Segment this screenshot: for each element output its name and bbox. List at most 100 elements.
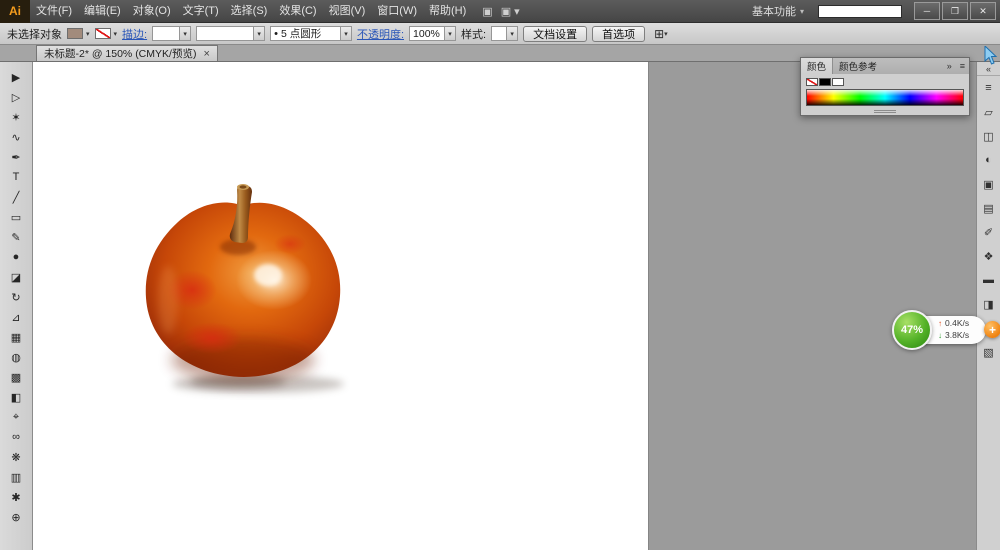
transform-panel-icon[interactable]: ▱ bbox=[977, 100, 1000, 124]
chevron-down-icon[interactable]: ▾ bbox=[179, 27, 191, 40]
black-swatch[interactable] bbox=[819, 78, 831, 86]
lasso-tool-icon[interactable]: ∿ bbox=[3, 127, 29, 147]
document-setup-button[interactable]: 文档设置 bbox=[523, 25, 588, 42]
menu-item[interactable]: 文件(F) bbox=[30, 0, 78, 23]
column-graph-tool-icon[interactable]: ▥ bbox=[3, 467, 29, 487]
eyedropper-tool-icon[interactable]: ⌖ bbox=[3, 407, 29, 427]
pasteboard[interactable] bbox=[33, 62, 976, 550]
illustrator-window: Ai 文件(F) 编辑(E) 对象(O) 文字(T) 选择(S) 效果(C) 视图(V) 窗口… bbox=[0, 0, 1000, 550]
fill-color-swatch[interactable] bbox=[67, 28, 83, 39]
menu-item[interactable]: 文字(T) bbox=[177, 0, 225, 23]
apple-rim-light bbox=[158, 266, 178, 334]
eraser-tool-icon[interactable]: ◪ bbox=[3, 267, 29, 287]
tab-color-guide[interactable]: 颜色参考 bbox=[833, 58, 883, 74]
mesh-tool-icon[interactable]: ▩ bbox=[3, 367, 29, 387]
selection-status: 未选择对象 bbox=[7, 28, 62, 41]
pathfinder-panel-icon[interactable]: ◫ bbox=[977, 124, 1000, 148]
chevron-down-icon[interactable]: ▾ bbox=[86, 30, 90, 38]
type-tool-icon[interactable]: T bbox=[3, 167, 29, 187]
opacity-link[interactable]: 不透明度: bbox=[357, 26, 404, 42]
stroke-panel-icon[interactable]: ▬ bbox=[977, 268, 1000, 292]
upload-row: ↑ 0.4K/s bbox=[938, 318, 969, 329]
menu-item[interactable]: 效果(C) bbox=[273, 0, 322, 23]
close-icon[interactable]: × bbox=[203, 48, 209, 60]
graphic-styles-panel-icon[interactable]: ▣ bbox=[977, 172, 1000, 196]
arrange-documents-icon[interactable]: ▣ bbox=[482, 5, 492, 18]
document-layout-icon[interactable]: ▣ ▾ bbox=[501, 5, 520, 18]
magic-wand-tool-icon[interactable]: ✶ bbox=[3, 107, 29, 127]
add-button[interactable]: + bbox=[984, 321, 1000, 338]
appearance-panel-icon[interactable]: ◐ bbox=[977, 148, 1000, 172]
menu-item[interactable]: 对象(O) bbox=[127, 0, 177, 23]
stroke-width-select[interactable]: ▾ bbox=[152, 26, 192, 41]
hand-tool-icon[interactable]: ✱ bbox=[3, 487, 29, 507]
zoom-tool-icon[interactable]: ⊕ bbox=[3, 507, 29, 527]
white-swatch[interactable] bbox=[832, 78, 844, 86]
document-tab[interactable]: 未标题-2* @ 150% (CMYK/预览) × bbox=[36, 45, 218, 61]
illustrator-logo: Ai bbox=[0, 0, 30, 23]
menu-item[interactable]: 帮助(H) bbox=[423, 0, 472, 23]
swatches-panel-icon[interactable]: ▤ bbox=[977, 196, 1000, 220]
symbol-sprayer-tool-icon[interactable]: ❋ bbox=[3, 447, 29, 467]
panel-menu-icon[interactable]: ≡ bbox=[956, 61, 969, 71]
window-controls: ─ ❐ ✕ bbox=[912, 2, 996, 20]
free-transform-tool-icon[interactable]: ▦ bbox=[3, 327, 29, 347]
chevron-down-icon[interactable]: ▾ bbox=[339, 27, 351, 40]
tools-panel: ▶ ▷ ✶ ∿ ✒ T ╱ ▭ ✎ ● ◪ ↻ ⊿ ▦ ◍ ▩ ◧ ⌖ ∞ ❋ … bbox=[0, 62, 33, 550]
apple-artwork[interactable] bbox=[140, 180, 350, 400]
collapse-panel-icon[interactable]: » bbox=[943, 61, 956, 71]
workspace-switcher[interactable]: 基本功能 ▾ bbox=[752, 3, 804, 19]
line-segment-tool-icon[interactable]: ╱ bbox=[3, 187, 29, 207]
color-spectrum-bar[interactable] bbox=[806, 89, 964, 106]
align-panel-icon[interactable]: ⊞ ▾ bbox=[654, 27, 668, 41]
panel-resize-handle[interactable] bbox=[801, 108, 969, 115]
shape-builder-tool-icon[interactable]: ◍ bbox=[3, 347, 29, 367]
close-button[interactable]: ✕ bbox=[970, 2, 996, 20]
symbols-panel-icon[interactable]: ❖ bbox=[977, 244, 1000, 268]
chevron-down-icon[interactable]: ▾ bbox=[506, 27, 518, 40]
tab-color[interactable]: 颜色 bbox=[801, 58, 834, 74]
rotate-tool-icon[interactable]: ↻ bbox=[3, 287, 29, 307]
speed-rows: ↑ 0.4K/s ↓ 3.8K/s bbox=[938, 318, 969, 341]
blend-tool-icon[interactable]: ∞ bbox=[3, 427, 29, 447]
plus-icon: + bbox=[988, 322, 996, 337]
preferences-button[interactable]: 首选项 bbox=[592, 25, 646, 42]
scale-tool-icon[interactable]: ⊿ bbox=[3, 307, 29, 327]
download-row: ↓ 3.8K/s bbox=[938, 330, 969, 341]
memory-ball[interactable]: 47% bbox=[892, 310, 932, 350]
opacity-value: 100% bbox=[413, 27, 440, 40]
quick-swatches bbox=[806, 78, 964, 86]
stroke-color-swatch[interactable] bbox=[94, 28, 111, 39]
stroke-link[interactable]: 描边: bbox=[122, 26, 147, 42]
color-panel-header: 颜色 颜色参考 » ≡ bbox=[801, 58, 969, 74]
direct-selection-tool-icon[interactable]: ▷ bbox=[3, 87, 29, 107]
pen-tool-icon[interactable]: ✒ bbox=[3, 147, 29, 167]
minimize-button[interactable]: ─ bbox=[914, 2, 940, 20]
opacity-select[interactable]: 100% ▾ bbox=[409, 26, 457, 41]
color-panel-body bbox=[801, 74, 969, 108]
style-label: 样式: bbox=[461, 28, 487, 41]
chevron-down-icon[interactable]: ▾ bbox=[114, 30, 118, 38]
blob-brush-tool-icon[interactable]: ● bbox=[3, 247, 29, 267]
restore-button[interactable]: ❐ bbox=[942, 2, 968, 20]
rectangle-tool-icon[interactable]: ▭ bbox=[3, 207, 29, 227]
width-profile-select[interactable]: ▾ bbox=[196, 26, 266, 41]
brushes-panel-icon[interactable]: ✐ bbox=[977, 220, 1000, 244]
menu-item[interactable]: 编辑(E) bbox=[78, 0, 127, 23]
selection-tool-icon[interactable]: ▶ bbox=[3, 67, 29, 87]
brush-definition-select[interactable]: • 5 点圆形 ▾ bbox=[270, 26, 352, 41]
menu-item[interactable]: 选择(S) bbox=[225, 0, 274, 23]
chevron-down-icon[interactable]: ▾ bbox=[444, 27, 456, 40]
chevron-down-icon[interactable]: ▾ bbox=[253, 27, 265, 40]
paintbrush-tool-icon[interactable]: ✎ bbox=[3, 227, 29, 247]
brush-preview-icon: • bbox=[274, 27, 278, 40]
style-select[interactable]: ▾ bbox=[491, 26, 519, 41]
info-panel-icon[interactable]: ≡ bbox=[977, 76, 1000, 100]
titlebar-icons: ▣ ▣ ▾ bbox=[482, 5, 519, 18]
document-tab-title: 未标题-2* @ 150% (CMYK/预览) bbox=[44, 48, 197, 60]
none-swatch[interactable] bbox=[806, 78, 818, 86]
menu-item[interactable]: 窗口(W) bbox=[371, 0, 423, 23]
menu-item[interactable]: 视图(V) bbox=[323, 0, 372, 23]
search-input[interactable] bbox=[818, 4, 902, 18]
gradient-tool-icon[interactable]: ◧ bbox=[3, 387, 29, 407]
